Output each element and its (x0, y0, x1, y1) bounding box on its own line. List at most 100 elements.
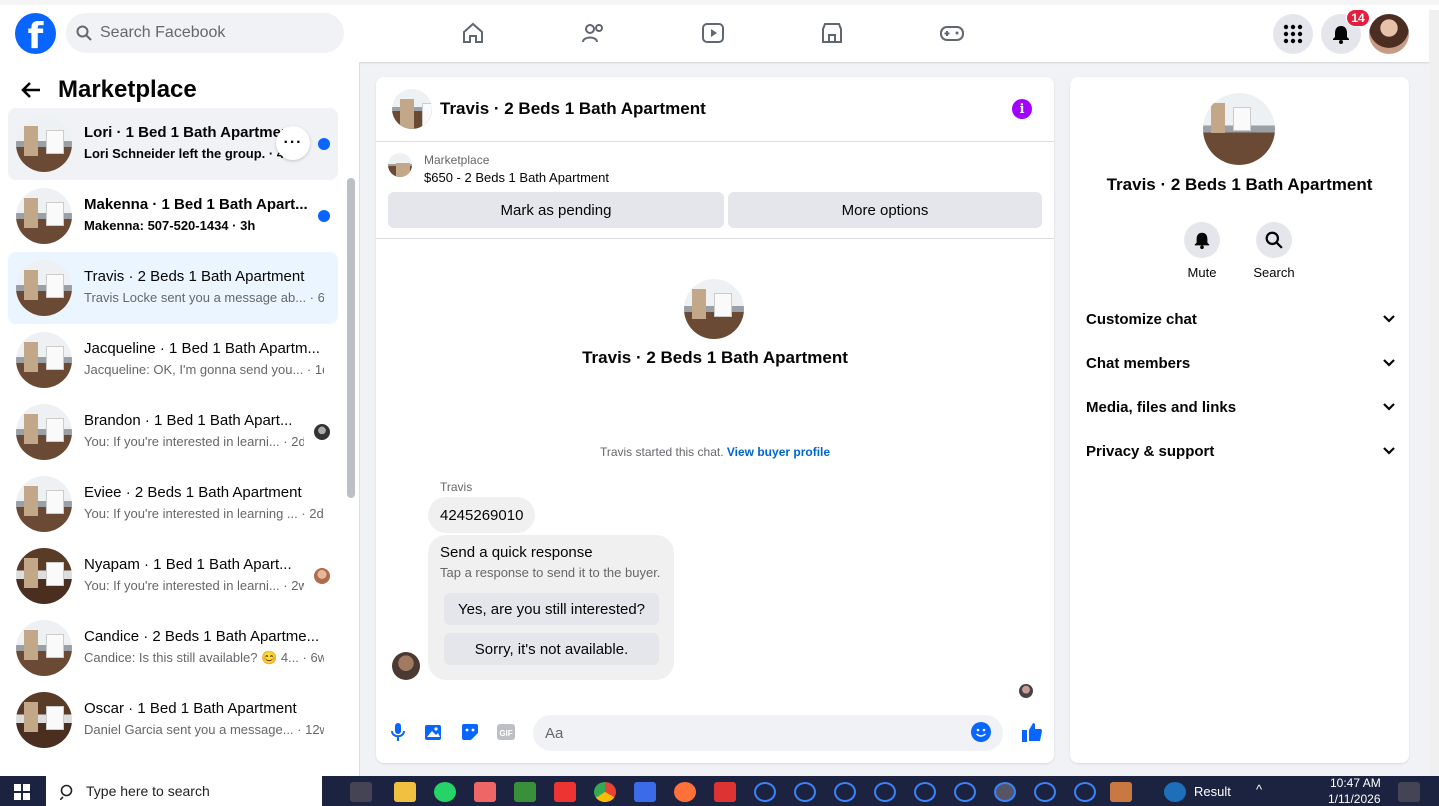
notifications-badge: 14 (1346, 9, 1370, 27)
conversation-item[interactable]: Brandon · 1 Bed 1 Bath Apart... You: If … (8, 396, 338, 468)
app-icon[interactable] (874, 782, 896, 802)
app-icon[interactable] (994, 782, 1016, 802)
menu-grid-icon[interactable] (1273, 14, 1313, 54)
seen-avatar (1019, 684, 1033, 698)
gif-icon[interactable]: GIF (494, 720, 518, 744)
listing-price-title[interactable]: $650 - 2 Beds 1 Bath Apartment (424, 170, 609, 185)
conversation-item[interactable]: Oscar · 1 Bed 1 Bath Apartment Daniel Ga… (8, 684, 338, 756)
listing-thumbnail (16, 620, 72, 676)
app-icon[interactable] (474, 782, 496, 802)
photo-icon[interactable] (422, 720, 446, 744)
media-files-links-section[interactable]: Media, files and links (1086, 385, 1396, 429)
details-thumbnail (1203, 93, 1275, 165)
conversation-preview: You: If you're interested in learni... ·… (84, 434, 304, 449)
taskbar-search-input[interactable]: Type here to search (46, 776, 322, 806)
sticker-icon[interactable] (458, 720, 482, 744)
privacy-support-section[interactable]: Privacy & support (1086, 429, 1396, 473)
chat-started-text: Travis started this chat. (599, 445, 724, 459)
conversation-preview: Jacqueline: OK, I'm gonna send you... · … (84, 362, 324, 377)
chat-members-section[interactable]: Chat members (1086, 341, 1396, 385)
app-icon[interactable] (834, 782, 856, 802)
back-arrow-icon[interactable] (20, 79, 42, 101)
search-in-chat-button[interactable]: Search (1244, 222, 1304, 280)
whatsapp-icon[interactable] (434, 782, 456, 802)
task-view-icon[interactable] (350, 782, 372, 802)
section-label: Chat members (1086, 354, 1191, 372)
app-icon[interactable] (954, 782, 976, 802)
taskbar-search-placeholder: Type here to search (86, 783, 210, 799)
chat-center-title: Travis · 2 Beds 1 Bath Apartment (582, 348, 848, 367)
view-buyer-profile-link[interactable]: View buyer profile (727, 445, 830, 459)
more-options-button[interactable]: More options (728, 192, 1042, 228)
conversation-list: Lori · 1 Bed 1 Bath Apartment Lori Schne… (8, 108, 338, 756)
video-icon[interactable] (698, 18, 728, 48)
marketplace-icon[interactable] (817, 18, 847, 48)
app-icon[interactable] (1110, 782, 1132, 802)
app-icon[interactable] (514, 782, 536, 802)
clock-date[interactable]: 1/11/2026 (1328, 792, 1381, 806)
quick-response-sorry-button[interactable]: Sorry, it's not available. (444, 633, 659, 665)
svg-text:GIF: GIF (499, 729, 512, 738)
conversation-item[interactable]: Nyapam · 1 Bed 1 Bath Apart... You: If y… (8, 540, 338, 612)
app-icon[interactable] (1034, 782, 1056, 802)
section-label: Privacy & support (1086, 442, 1215, 460)
app-icon[interactable] (1074, 782, 1096, 802)
chat-details-panel: Travis · 2 Beds 1 Bath Apartment Mute Se… (1070, 77, 1409, 763)
conversation-item[interactable]: Candice · 2 Beds 1 Bath Apartme... Candi… (8, 612, 338, 684)
app-icon[interactable] (914, 782, 936, 802)
quick-response-yes-button[interactable]: Yes, are you still interested? (444, 593, 659, 625)
home-icon[interactable] (458, 18, 488, 48)
app-icon[interactable] (554, 782, 576, 802)
conversation-title: Oscar · 1 Bed 1 Bath Apartment (84, 700, 297, 717)
facebook-logo-letter: f (27, 16, 44, 55)
quick-response-subtitle: Tap a response to send it to the buyer. (440, 565, 661, 580)
facebook-logo[interactable]: f (15, 13, 56, 54)
search-label: Search (1253, 265, 1295, 280)
conversation-item[interactable]: Lori · 1 Bed 1 Bath Apartment Lori Schne… (8, 108, 338, 180)
gaming-icon[interactable] (937, 18, 967, 48)
conversation-item-selected[interactable]: Travis · 2 Beds 1 Bath Apartment Travis … (8, 252, 338, 324)
friends-icon[interactable] (578, 18, 608, 48)
app-icon[interactable] (634, 782, 656, 802)
app-icon[interactable] (754, 782, 776, 802)
mute-label: Mute (1187, 265, 1217, 280)
conversation-title: Candice · 2 Beds 1 Bath Apartme... (84, 628, 320, 645)
mark-as-pending-button[interactable]: Mark as pending (388, 192, 724, 228)
search-facebook-input[interactable]: Search Facebook (66, 13, 344, 53)
conversation-item[interactable]: Jacqueline · 1 Bed 1 Bath Apartm... Jacq… (8, 324, 338, 396)
info-icon[interactable]: i (1012, 99, 1032, 119)
panel-header: Marketplace (20, 76, 197, 104)
message-input-placeholder: Aa (545, 724, 564, 742)
profile-avatar[interactable] (1369, 14, 1409, 54)
window-scrollbar[interactable] (1429, 62, 1439, 776)
clock-time[interactable]: 10:47 AM (1330, 776, 1381, 790)
chevron-down-icon (1383, 403, 1395, 411)
file-explorer-icon[interactable] (394, 782, 416, 802)
chevron-up-icon[interactable]: ^ (1256, 782, 1262, 797)
customize-chat-section[interactable]: Customize chat (1086, 297, 1396, 341)
list-scrollbar[interactable] (347, 178, 355, 498)
conversation-title: Travis · 2 Beds 1 Bath Apartment (84, 268, 305, 285)
conversation-item[interactable]: Eviee · 2 Beds 1 Bath Apartment You: If … (8, 468, 338, 540)
section-label: Media, files and links (1086, 398, 1237, 416)
microphone-icon[interactable] (386, 720, 410, 744)
chat-title[interactable]: Travis · 2 Beds 1 Bath Apartment (440, 99, 706, 119)
result-label[interactable]: Result (1194, 784, 1231, 799)
mute-button[interactable]: Mute (1172, 222, 1232, 280)
windows-start-icon[interactable] (14, 784, 30, 805)
app-icon[interactable] (714, 782, 736, 802)
message-input[interactable]: Aa (533, 715, 1003, 751)
app-icon[interactable] (794, 782, 816, 802)
conversation-preview: You: If you're interested in learning ..… (84, 506, 324, 521)
chrome-icon[interactable] (594, 782, 616, 802)
result-app-icon[interactable] (1164, 782, 1186, 802)
marketplace-chat-list-panel: Marketplace Lori · 1 Bed 1 Bath Apartmen… (0, 62, 360, 776)
message-bubble[interactable]: 4245269010 (428, 497, 536, 533)
firefox-icon[interactable] (674, 782, 696, 802)
notification-center-icon[interactable] (1398, 782, 1420, 802)
conversation-item[interactable]: Makenna · 1 Bed 1 Bath Apart... Makenna:… (8, 180, 338, 252)
emoji-icon[interactable] (971, 722, 991, 742)
thumbs-up-icon[interactable] (1020, 720, 1044, 744)
more-options-icon[interactable]: ··· (276, 126, 310, 160)
search-icon (76, 25, 92, 41)
